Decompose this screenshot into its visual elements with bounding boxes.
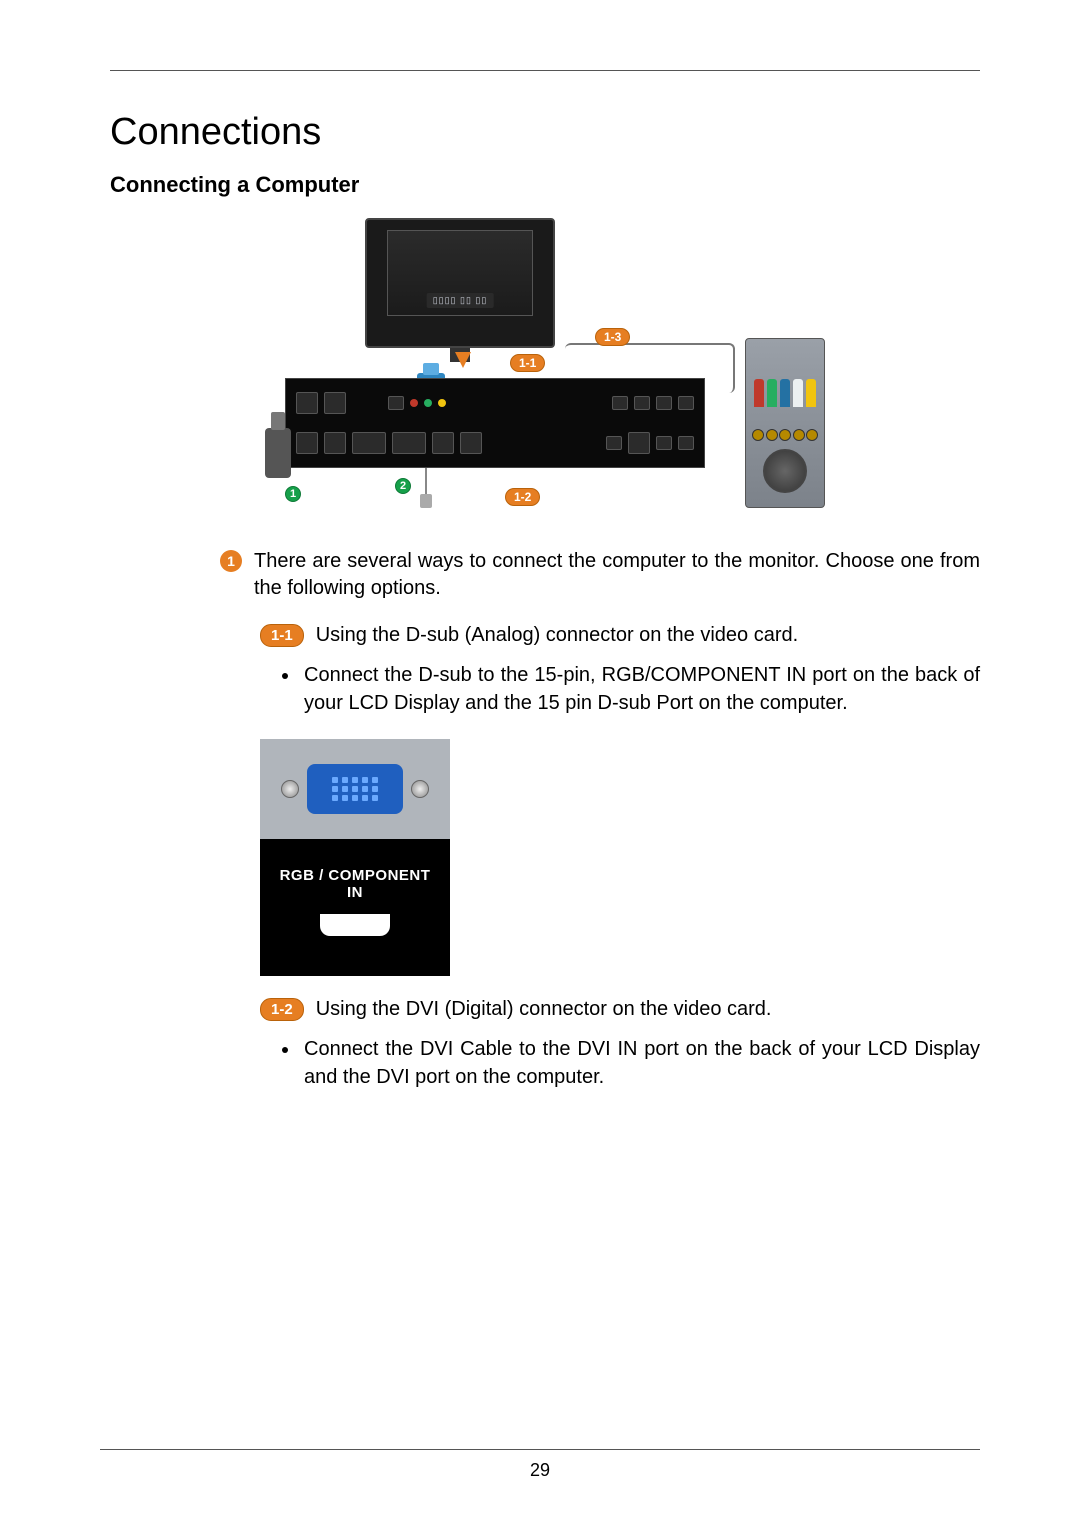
monitor-icon: ▯▯▯▯ ▯▯ ▯▯ bbox=[365, 218, 555, 348]
screw-icon bbox=[281, 780, 299, 798]
substep-1-1-bullet: Connect the D-sub to the 15-pin, RGB/COM… bbox=[300, 661, 980, 717]
closeup-label-line2: IN bbox=[264, 884, 446, 901]
callout-1-1: 1-1 bbox=[510, 354, 545, 372]
power-plug-icon bbox=[265, 428, 291, 478]
top-rule bbox=[110, 70, 980, 71]
port-closeup-figure: RGB / COMPONENT IN bbox=[260, 739, 450, 976]
substep-1-2-bullet: Connect the DVI Cable to the DVI IN port… bbox=[300, 1035, 980, 1091]
callout-2: 2 bbox=[395, 478, 411, 494]
step-1-text: There are several ways to connect the co… bbox=[254, 548, 980, 602]
cable-dangling-icon bbox=[425, 468, 427, 496]
pc-tower-icon bbox=[745, 338, 825, 508]
page-title: Connections bbox=[110, 111, 980, 154]
rear-panel-icon bbox=[285, 378, 705, 468]
callout-1: 1 bbox=[285, 486, 301, 502]
callout-1-3: 1-3 bbox=[595, 328, 630, 346]
port-slot-icon bbox=[320, 914, 390, 936]
substep-1-2-text: Using the DVI (Digital) connector on the… bbox=[316, 998, 772, 1021]
step-1-badge: 1 bbox=[220, 550, 242, 572]
section-subtitle: Connecting a Computer bbox=[110, 172, 980, 198]
closeup-label-line1: RGB / COMPONENT bbox=[264, 867, 446, 884]
substep-1-1-badge: 1-1 bbox=[260, 624, 304, 647]
screw-icon bbox=[411, 780, 429, 798]
vga-port-icon bbox=[307, 764, 403, 814]
substep-1-2-badge: 1-2 bbox=[260, 998, 304, 1021]
substep-1-1-text: Using the D-sub (Analog) connector on th… bbox=[316, 624, 799, 647]
monitor-osd-text: ▯▯▯▯ ▯▯ ▯▯ bbox=[427, 293, 494, 308]
callout-1-2: 1-2 bbox=[505, 488, 540, 506]
connection-diagram: ▯▯▯▯ ▯▯ ▯▯ bbox=[265, 218, 825, 508]
page-number: 29 bbox=[530, 1460, 550, 1480]
arrow-down-icon bbox=[455, 352, 471, 368]
